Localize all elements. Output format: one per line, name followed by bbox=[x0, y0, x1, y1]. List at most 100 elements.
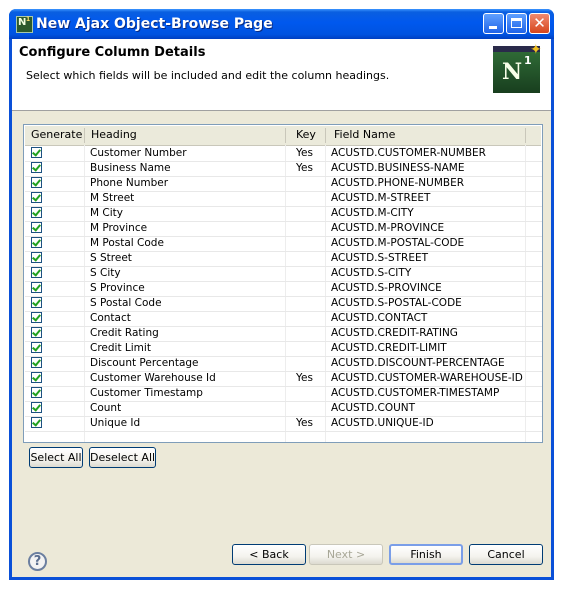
back-button[interactable]: < Back bbox=[232, 544, 306, 565]
table-row[interactable]: S Street ACUSTD.S-STREET bbox=[25, 251, 542, 267]
heading-cell[interactable]: Discount Percentage bbox=[90, 357, 199, 369]
table-row[interactable]: S Postal Code ACUSTD.S-POSTAL-CODE bbox=[25, 296, 542, 312]
heading-cell[interactable]: M City bbox=[90, 207, 123, 219]
finish-button[interactable]: Finish bbox=[389, 544, 463, 565]
table-row[interactable]: Customer Timestamp ACUSTD.CUSTOMER-TIMEST… bbox=[25, 386, 542, 402]
generate-checkbox[interactable] bbox=[31, 237, 42, 248]
generate-checkbox[interactable] bbox=[31, 282, 42, 293]
table-row[interactable]: Discount Percentage ACUSTD.DISCOUNT-PERCE… bbox=[25, 356, 542, 372]
field-name-cell: ACUSTD.M-POSTAL-CODE bbox=[331, 237, 465, 249]
heading-cell[interactable]: M Postal Code bbox=[90, 237, 164, 249]
table-row[interactable]: Phone Number ACUSTD.PHONE-NUMBER bbox=[25, 176, 542, 192]
column-header-field-name[interactable]: Field Name bbox=[334, 128, 395, 141]
generate-checkbox[interactable] bbox=[31, 267, 42, 278]
field-name-cell: ACUSTD.CUSTOMER-NUMBER bbox=[331, 147, 486, 159]
generate-checkbox[interactable] bbox=[31, 342, 42, 353]
field-name-cell: ACUSTD.S-STREET bbox=[331, 252, 429, 264]
app-icon: N1 bbox=[16, 16, 33, 33]
table-row[interactable]: Customer Number Yes ACUSTD.CUSTOMER-NUMBER bbox=[25, 146, 542, 162]
column-table[interactable]: Generate Heading Key Field Name Customer… bbox=[23, 124, 543, 443]
maximize-button[interactable] bbox=[506, 13, 527, 34]
generate-checkbox[interactable] bbox=[31, 327, 42, 338]
generate-checkbox[interactable] bbox=[31, 417, 42, 428]
field-name-cell: ACUSTD.CONTACT bbox=[331, 312, 428, 324]
heading-cell[interactable]: Credit Limit bbox=[90, 342, 151, 354]
wizard-logo-icon: N 1 ✦ bbox=[493, 42, 542, 93]
close-button[interactable]: ✕ bbox=[529, 13, 550, 34]
generate-checkbox[interactable] bbox=[31, 312, 42, 323]
key-cell: Yes bbox=[296, 372, 313, 384]
heading-cell[interactable]: Customer Warehouse Id bbox=[90, 372, 216, 384]
field-name-cell: ACUSTD.DISCOUNT-PERCENTAGE bbox=[331, 357, 505, 369]
generate-checkbox[interactable] bbox=[31, 222, 42, 233]
table-row[interactable]: Credit Limit ACUSTD.CREDIT-LIMIT bbox=[25, 341, 542, 357]
field-name-cell: ACUSTD.CREDIT-RATING bbox=[331, 327, 458, 339]
deselect-all-button[interactable]: Deselect All bbox=[89, 447, 156, 468]
heading-cell[interactable]: Count bbox=[90, 402, 121, 414]
generate-checkbox[interactable] bbox=[31, 372, 42, 383]
generate-checkbox[interactable] bbox=[31, 387, 42, 398]
generate-checkbox[interactable] bbox=[31, 177, 42, 188]
close-icon: ✕ bbox=[533, 14, 546, 32]
heading-cell[interactable]: Customer Timestamp bbox=[90, 387, 203, 399]
heading-cell[interactable]: S Postal Code bbox=[90, 297, 162, 309]
table-row[interactable]: Count ACUSTD.COUNT bbox=[25, 401, 542, 417]
field-name-cell: ACUSTD.CUSTOMER-WAREHOUSE-ID bbox=[331, 372, 523, 384]
page-title: Configure Column Details bbox=[19, 45, 206, 60]
heading-cell[interactable]: Contact bbox=[90, 312, 131, 324]
key-cell: Yes bbox=[296, 147, 313, 159]
heading-cell[interactable]: Customer Number bbox=[90, 147, 187, 159]
column-header-generate[interactable]: Generate bbox=[31, 128, 82, 141]
table-row[interactable]: Contact ACUSTD.CONTACT bbox=[25, 311, 542, 327]
table-row[interactable]: M Postal Code ACUSTD.M-POSTAL-CODE bbox=[25, 236, 542, 252]
heading-cell[interactable]: S City bbox=[90, 267, 121, 279]
title-bar[interactable]: N1 New Ajax Object-Browse Page ✕ bbox=[9, 9, 554, 39]
column-header-key[interactable]: Key bbox=[296, 128, 316, 141]
cancel-button[interactable]: Cancel bbox=[469, 544, 543, 565]
field-name-cell: ACUSTD.BUSINESS-NAME bbox=[331, 162, 465, 174]
heading-cell[interactable]: Credit Rating bbox=[90, 327, 159, 339]
heading-cell[interactable]: M Street bbox=[90, 192, 134, 204]
table-row[interactable]: M Street ACUSTD.M-STREET bbox=[25, 191, 542, 207]
field-name-cell: ACUSTD.COUNT bbox=[331, 402, 416, 414]
dialog-window: N1 New Ajax Object-Browse Page ✕ Configu… bbox=[9, 9, 554, 580]
table-row[interactable]: S City ACUSTD.S-CITY bbox=[25, 266, 542, 282]
table-row[interactable]: Customer Warehouse Id Yes ACUSTD.CUSTOMER-… bbox=[25, 371, 542, 387]
generate-checkbox[interactable] bbox=[31, 147, 42, 158]
heading-cell[interactable]: M Province bbox=[90, 222, 147, 234]
generate-checkbox[interactable] bbox=[31, 357, 42, 368]
window-title: New Ajax Object-Browse Page bbox=[36, 16, 273, 32]
minimize-button[interactable] bbox=[483, 13, 504, 34]
select-all-button[interactable]: Select All bbox=[29, 447, 83, 468]
table-row[interactable]: M City ACUSTD.M-CITY bbox=[25, 206, 542, 222]
heading-cell[interactable]: S Province bbox=[90, 282, 145, 294]
empty-row bbox=[25, 431, 542, 442]
field-name-cell: ACUSTD.CUSTOMER-TIMESTAMP bbox=[331, 387, 500, 399]
table-row[interactable]: Credit Rating ACUSTD.CREDIT-RATING bbox=[25, 326, 542, 342]
table-row[interactable]: Business Name Yes ACUSTD.BUSINESS-NAME bbox=[25, 161, 542, 177]
generate-checkbox[interactable] bbox=[31, 402, 42, 413]
generate-checkbox[interactable] bbox=[31, 252, 42, 263]
table-header: Generate Heading Key Field Name bbox=[25, 126, 541, 146]
heading-cell[interactable]: Business Name bbox=[90, 162, 171, 174]
field-name-cell: ACUSTD.S-CITY bbox=[331, 267, 412, 279]
table-row[interactable]: Unique Id Yes ACUSTD.UNIQUE-ID bbox=[25, 416, 542, 432]
generate-checkbox[interactable] bbox=[31, 207, 42, 218]
field-name-cell: ACUSTD.M-CITY bbox=[331, 207, 414, 219]
field-name-cell: ACUSTD.M-PROVINCE bbox=[331, 222, 445, 234]
heading-cell[interactable]: S Street bbox=[90, 252, 132, 264]
next-button[interactable]: Next > bbox=[309, 544, 383, 565]
generate-checkbox[interactable] bbox=[31, 192, 42, 203]
key-cell: Yes bbox=[296, 417, 313, 429]
field-name-cell: ACUSTD.M-STREET bbox=[331, 192, 431, 204]
generate-checkbox[interactable] bbox=[31, 297, 42, 308]
table-row[interactable]: S Province ACUSTD.S-PROVINCE bbox=[25, 281, 542, 297]
column-header-heading[interactable]: Heading bbox=[91, 128, 137, 141]
field-name-cell: ACUSTD.UNIQUE-ID bbox=[331, 417, 434, 429]
key-cell: Yes bbox=[296, 162, 313, 174]
heading-cell[interactable]: Unique Id bbox=[90, 417, 140, 429]
help-icon[interactable]: ? bbox=[28, 552, 47, 571]
table-row[interactable]: M Province ACUSTD.M-PROVINCE bbox=[25, 221, 542, 237]
heading-cell[interactable]: Phone Number bbox=[90, 177, 168, 189]
generate-checkbox[interactable] bbox=[31, 162, 42, 173]
